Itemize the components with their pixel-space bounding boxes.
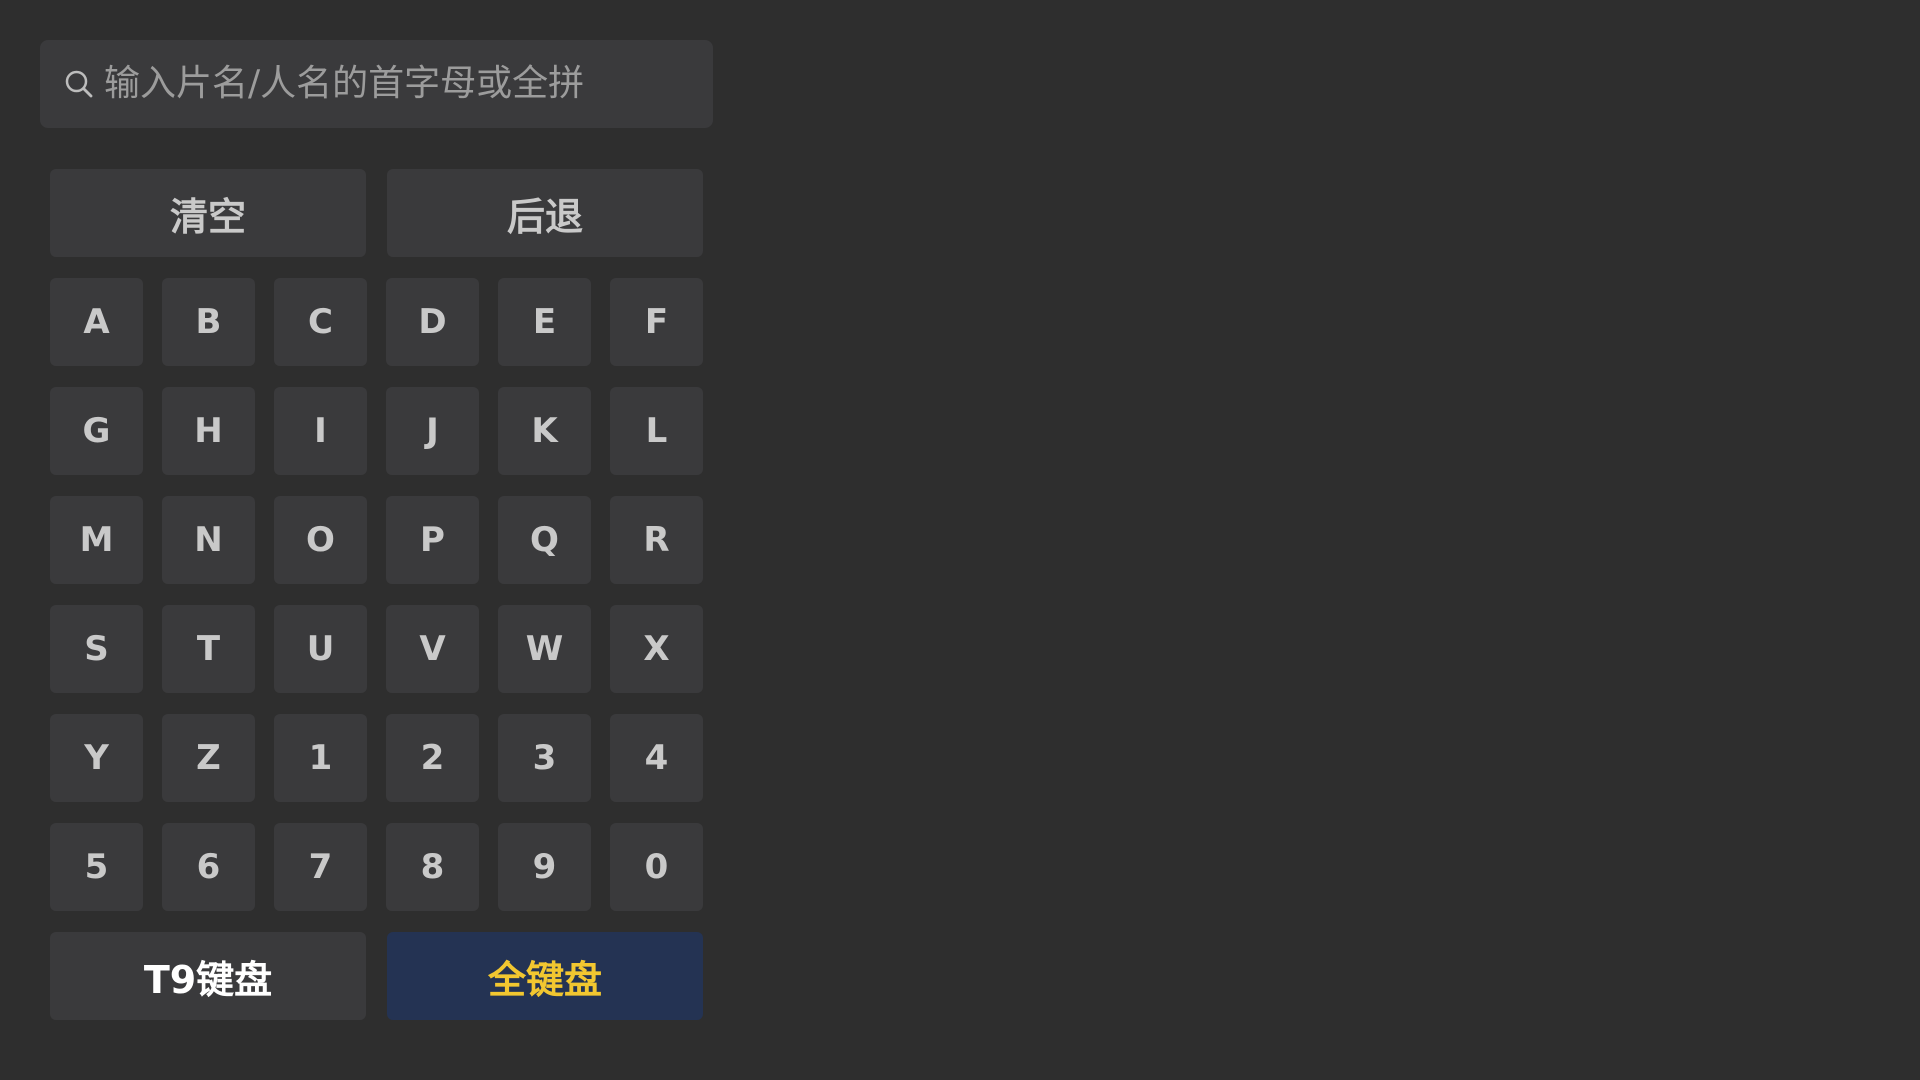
t9-keyboard-button[interactable]: T9键盘 [50, 932, 366, 1020]
key-g[interactable]: G [50, 387, 143, 475]
keypad: 清空 后退 A B C D E F G H I J K L M N O P Q … [50, 169, 703, 1041]
key-6[interactable]: 6 [162, 823, 255, 911]
key-n[interactable]: N [162, 496, 255, 584]
key-h[interactable]: H [162, 387, 255, 475]
search-icon [62, 67, 96, 101]
key-9[interactable]: 9 [498, 823, 591, 911]
key-row-4: S T U V W X [50, 605, 703, 693]
key-7[interactable]: 7 [274, 823, 367, 911]
key-q[interactable]: Q [498, 496, 591, 584]
key-c[interactable]: C [274, 278, 367, 366]
key-4[interactable]: 4 [610, 714, 703, 802]
key-t[interactable]: T [162, 605, 255, 693]
key-l[interactable]: L [610, 387, 703, 475]
key-3[interactable]: 3 [498, 714, 591, 802]
key-row-6: 5 6 7 8 9 0 [50, 823, 703, 911]
key-1[interactable]: 1 [274, 714, 367, 802]
key-z[interactable]: Z [162, 714, 255, 802]
key-x[interactable]: X [610, 605, 703, 693]
key-y[interactable]: Y [50, 714, 143, 802]
key-5[interactable]: 5 [50, 823, 143, 911]
key-row-2: G H I J K L [50, 387, 703, 475]
key-0[interactable]: 0 [610, 823, 703, 911]
key-i[interactable]: I [274, 387, 367, 475]
search-placeholder: 输入片名/人名的首字母或全拼 [104, 63, 585, 104]
key-row-1: A B C D E F [50, 278, 703, 366]
key-row-3: M N O P Q R [50, 496, 703, 584]
key-u[interactable]: U [274, 605, 367, 693]
key-row-5: Y Z 1 2 3 4 [50, 714, 703, 802]
action-row: 清空 后退 [50, 169, 703, 257]
key-v[interactable]: V [386, 605, 479, 693]
key-f[interactable]: F [610, 278, 703, 366]
key-d[interactable]: D [386, 278, 479, 366]
key-m[interactable]: M [50, 496, 143, 584]
full-keyboard-button[interactable]: 全键盘 [387, 932, 703, 1020]
key-8[interactable]: 8 [386, 823, 479, 911]
key-p[interactable]: P [386, 496, 479, 584]
key-o[interactable]: O [274, 496, 367, 584]
key-k[interactable]: K [498, 387, 591, 475]
key-s[interactable]: S [50, 605, 143, 693]
clear-button[interactable]: 清空 [50, 169, 366, 257]
key-a[interactable]: A [50, 278, 143, 366]
key-2[interactable]: 2 [386, 714, 479, 802]
key-e[interactable]: E [498, 278, 591, 366]
search-input[interactable]: 输入片名/人名的首字母或全拼 [40, 40, 713, 128]
key-j[interactable]: J [386, 387, 479, 475]
mode-row: T9键盘 全键盘 [50, 932, 703, 1020]
key-r[interactable]: R [610, 496, 703, 584]
backspace-button[interactable]: 后退 [387, 169, 703, 257]
key-b[interactable]: B [162, 278, 255, 366]
key-w[interactable]: W [498, 605, 591, 693]
